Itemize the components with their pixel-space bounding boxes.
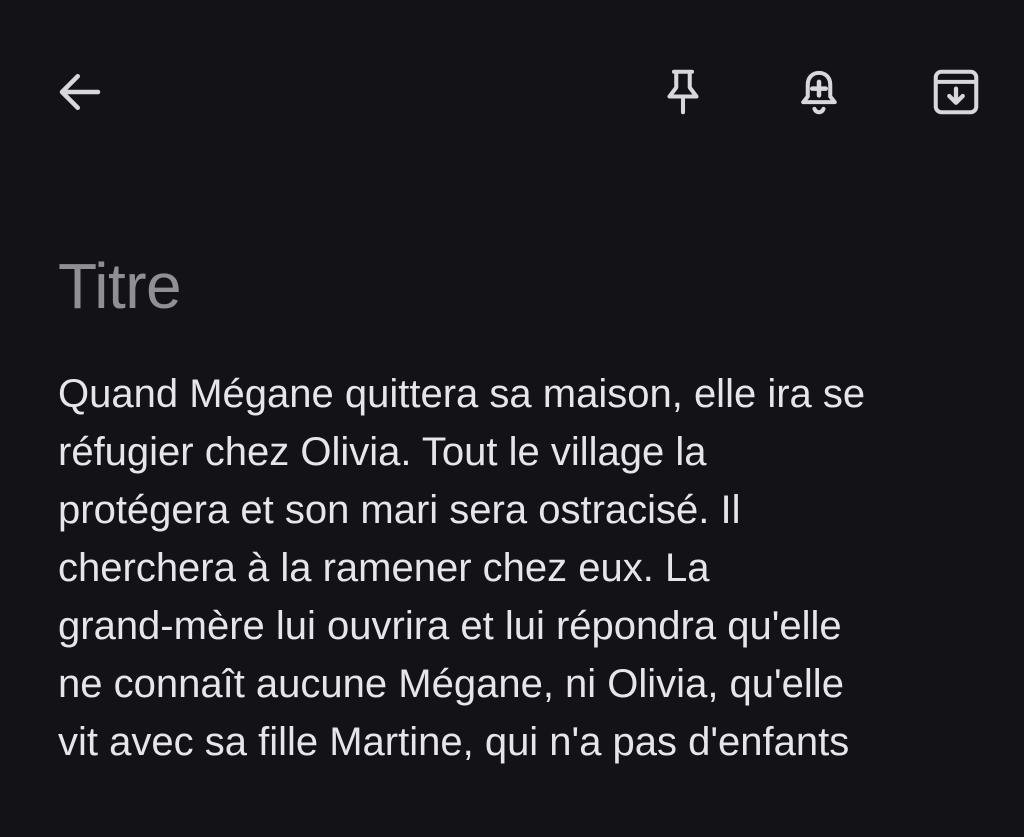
arrow-left-icon <box>53 65 107 119</box>
note-body[interactable]: Quand Mégane quittera sa maison, elle ir… <box>58 365 998 771</box>
reminder-button[interactable] <box>783 56 855 128</box>
archive-button[interactable] <box>920 56 992 128</box>
bell-plus-icon <box>792 65 846 119</box>
top-toolbar <box>0 0 1024 190</box>
back-button[interactable] <box>44 56 116 128</box>
pin-icon <box>656 65 710 119</box>
pin-button[interactable] <box>647 56 719 128</box>
note-title-placeholder[interactable]: Titre <box>58 246 978 326</box>
archive-down-icon <box>929 65 983 119</box>
